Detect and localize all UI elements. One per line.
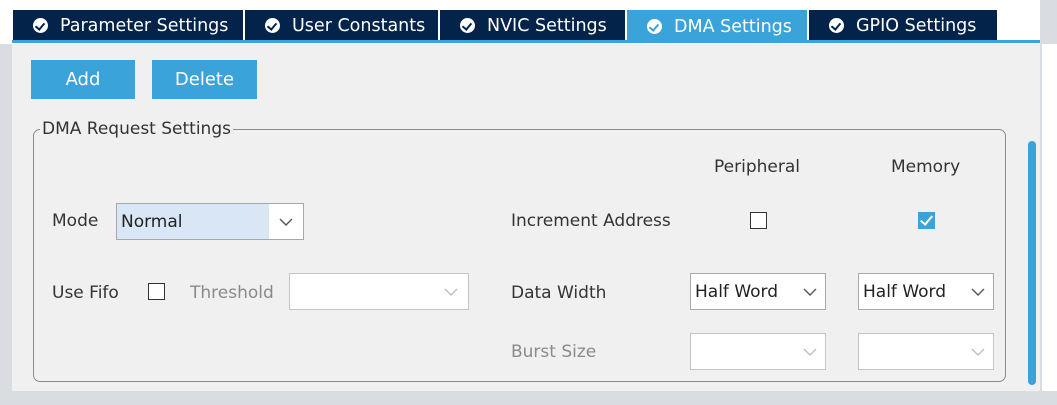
mode-value: Normal bbox=[117, 204, 269, 239]
threshold-label: Threshold bbox=[190, 283, 274, 303]
tab-underline bbox=[12, 40, 1040, 43]
scrollbar-track[interactable] bbox=[1042, 44, 1057, 391]
data-width-peripheral-value: Half Word bbox=[695, 281, 779, 302]
peripheral-column-header: Peripheral bbox=[714, 157, 800, 177]
tab-bar: Parameter Settings User Constants NVIC S… bbox=[0, 0, 1040, 44]
tab-label: DMA Settings bbox=[674, 16, 792, 37]
tab-label: Parameter Settings bbox=[60, 15, 229, 36]
use-fifo-checkbox[interactable] bbox=[148, 283, 165, 300]
chevron-down-icon bbox=[434, 274, 468, 309]
data-width-memory-value: Half Word bbox=[863, 281, 947, 302]
increment-address-memory-checkbox[interactable] bbox=[918, 212, 935, 229]
burst-size-memory-select[interactable] bbox=[858, 333, 994, 370]
tab-parameter-settings[interactable]: Parameter Settings bbox=[13, 10, 243, 41]
chevron-down-icon bbox=[963, 334, 993, 369]
tab-label: NVIC Settings bbox=[487, 15, 607, 36]
panel-bottom-border bbox=[0, 391, 1057, 405]
check-circle-icon bbox=[33, 18, 48, 33]
chevron-down-icon bbox=[795, 274, 825, 309]
check-circle-icon bbox=[460, 18, 475, 33]
data-width-peripheral-select[interactable]: Half Word bbox=[690, 273, 826, 310]
chevron-down-icon bbox=[269, 204, 303, 239]
scrollbar-thumb[interactable] bbox=[1028, 141, 1036, 385]
group-title: DMA Request Settings bbox=[40, 119, 233, 139]
tab-gpio-settings[interactable]: GPIO Settings bbox=[809, 10, 997, 41]
memory-column-header: Memory bbox=[891, 157, 961, 177]
add-button[interactable]: Add bbox=[31, 60, 135, 99]
data-width-label: Data Width bbox=[511, 283, 607, 303]
mode-select[interactable]: Normal bbox=[116, 203, 304, 240]
increment-address-peripheral-checkbox[interactable] bbox=[750, 212, 767, 229]
increment-address-label: Increment Address bbox=[511, 211, 671, 231]
delete-button[interactable]: Delete bbox=[152, 60, 257, 99]
tab-nvic-settings[interactable]: NVIC Settings bbox=[440, 10, 625, 41]
check-circle-icon bbox=[265, 18, 280, 33]
burst-size-peripheral-value bbox=[691, 334, 795, 369]
check-circle-icon bbox=[647, 19, 662, 34]
burst-size-label: Burst Size bbox=[511, 342, 597, 362]
chevron-down-icon bbox=[795, 334, 825, 369]
check-circle-icon bbox=[829, 18, 844, 33]
data-width-memory-select[interactable]: Half Word bbox=[858, 273, 994, 310]
burst-size-peripheral-select[interactable] bbox=[690, 333, 826, 370]
tab-label: User Constants bbox=[292, 15, 426, 36]
mode-label: Mode bbox=[52, 211, 99, 231]
burst-size-memory-value bbox=[859, 334, 963, 369]
tab-dma-settings[interactable]: DMA Settings bbox=[627, 10, 807, 43]
tab-label: GPIO Settings bbox=[856, 15, 977, 36]
threshold-value bbox=[290, 274, 434, 309]
threshold-select[interactable] bbox=[289, 273, 469, 310]
tab-user-constants[interactable]: User Constants bbox=[245, 10, 438, 41]
chevron-down-icon bbox=[963, 274, 993, 309]
use-fifo-label: Use Fifo bbox=[52, 283, 119, 303]
